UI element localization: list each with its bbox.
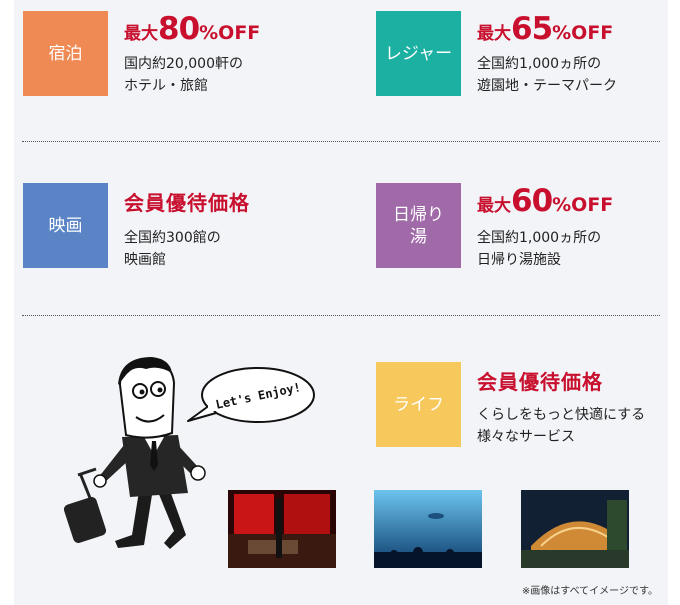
desc-onsen: 全国約1,000ヵ所の 日帰り湯施設 <box>477 230 602 268</box>
divider <box>22 141 660 142</box>
badge-label: 映画 <box>48 215 83 236</box>
desc-lodging: 国内約20,000軒の ホテル・旅館 <box>124 56 243 94</box>
category-badge-life[interactable]: ライフ <box>376 362 461 447</box>
category-badge-lodging[interactable]: 宿泊 <box>23 11 108 96</box>
badge-label: 日帰り湯 <box>393 204 444 247</box>
desc-movie: 全国約300館の 映画館 <box>124 230 221 268</box>
image-disclaimer: ※画像はすべてイメージです。 <box>521 586 658 597</box>
headline-movie: 会員優待価格 <box>124 191 250 215</box>
divider <box>22 315 660 316</box>
category-badge-movie[interactable]: 映画 <box>23 183 108 268</box>
headline-leisure: 最大65%OFF <box>477 11 614 47</box>
badge-label: レジャー <box>384 43 453 64</box>
desc-life: くらしをもっと快適にする 様々なサービス <box>477 407 646 445</box>
category-badge-onsen[interactable]: 日帰り湯 <box>376 183 461 268</box>
badge-label: 宿泊 <box>48 43 83 64</box>
karaoke-room-photo <box>228 490 336 568</box>
headline-life: 会員優待価格 <box>477 370 603 394</box>
headline-onsen: 最大60%OFF <box>477 183 614 219</box>
hot-spring-resort-photo <box>521 490 629 568</box>
category-badge-leisure[interactable]: レジャー <box>376 11 461 96</box>
aquarium-photo <box>374 490 482 568</box>
badge-label: ライフ <box>393 394 444 415</box>
headline-lodging: 最大80%OFF <box>124 11 261 47</box>
desc-leisure: 全国約1,000ヵ所の 遊園地・テーマパーク <box>477 56 617 94</box>
